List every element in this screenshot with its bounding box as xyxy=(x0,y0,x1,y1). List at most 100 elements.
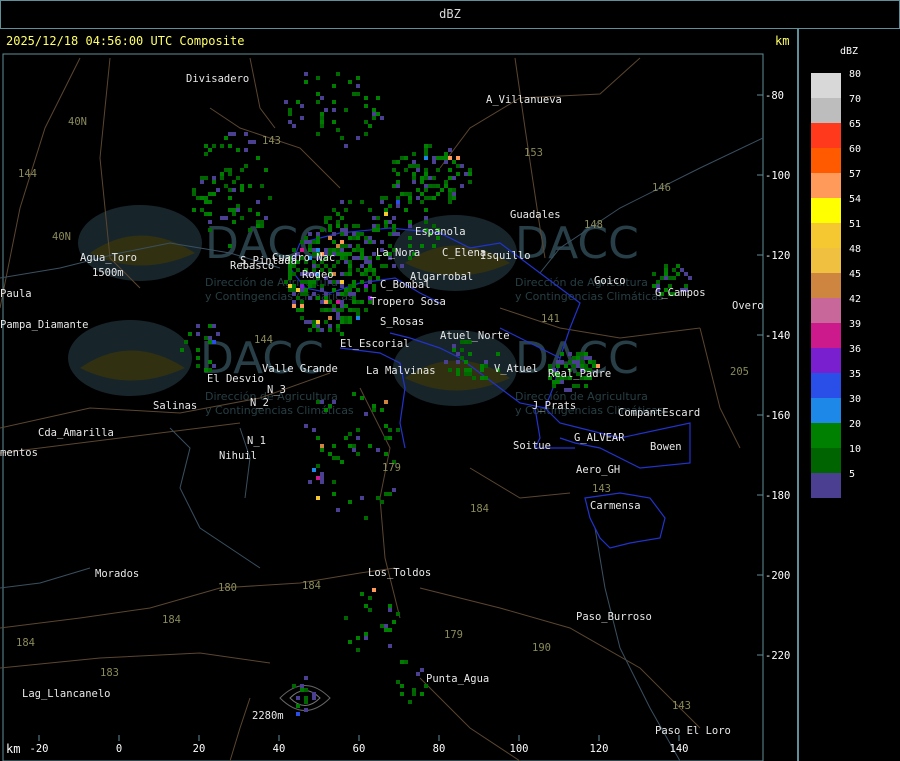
echo-pixel xyxy=(320,472,324,476)
echo-pixel xyxy=(308,244,312,248)
echo-pixel xyxy=(668,276,672,280)
watermark-line2-3: y Contingencias Climáticas xyxy=(515,290,664,303)
echo-pixel xyxy=(292,284,296,288)
echo-pixel xyxy=(464,360,468,364)
echo-pixel xyxy=(376,228,380,232)
echo-pixel xyxy=(292,124,296,128)
echo-pixel xyxy=(388,644,392,648)
echo-pixel xyxy=(352,224,356,228)
echo-pixel xyxy=(344,232,348,236)
echo-pixel xyxy=(404,156,408,160)
echo-pixel xyxy=(340,460,344,464)
echo-pixel xyxy=(424,156,428,160)
route-label: 148 xyxy=(584,219,603,231)
route-label: 143 xyxy=(262,135,281,147)
echo-pixel xyxy=(296,268,300,272)
echo-pixel xyxy=(348,640,352,644)
echo-pixel xyxy=(196,196,200,200)
echo-pixel xyxy=(200,208,204,212)
echo-pixel xyxy=(344,256,348,260)
place-label: Salinas xyxy=(153,400,197,412)
place-label: Atuel_Norte xyxy=(440,330,510,342)
echo-pixel xyxy=(224,216,228,220)
echo-pixel xyxy=(248,140,252,144)
echo-pixel xyxy=(320,228,324,232)
echo-pixel xyxy=(420,668,424,672)
echo-pixel xyxy=(396,160,400,164)
echo-pixel xyxy=(324,300,328,304)
echo-pixel xyxy=(332,480,336,484)
echo-pixel xyxy=(348,264,352,268)
echo-pixel xyxy=(300,104,304,108)
echo-pixel xyxy=(316,320,320,324)
legend-swatch xyxy=(811,298,841,323)
echo-pixel xyxy=(444,152,448,156)
echo-pixel xyxy=(208,368,212,372)
echo-pixel xyxy=(316,324,320,328)
radar-map[interactable]: DACC Dirección de Agricultura y Continge… xyxy=(0,28,797,761)
echo-pixel xyxy=(664,276,668,280)
echo-pixel xyxy=(320,124,324,128)
echo-pixel xyxy=(236,148,240,152)
echo-pixel xyxy=(424,220,428,224)
echo-pixel xyxy=(420,200,424,204)
echo-pixel xyxy=(216,188,220,192)
echo-pixel xyxy=(340,136,344,140)
echo-pixel xyxy=(496,352,500,356)
echo-pixel xyxy=(384,436,388,440)
echo-pixel xyxy=(332,264,336,268)
echo-pixel xyxy=(384,628,388,632)
echo-pixel xyxy=(332,308,336,312)
echo-pixel xyxy=(396,680,400,684)
echo-pixel xyxy=(448,196,452,200)
echo-pixel xyxy=(572,360,576,364)
echo-pixel xyxy=(336,316,340,320)
echo-pixel xyxy=(456,368,460,372)
legend-value: 35 xyxy=(849,369,861,380)
echo-pixel xyxy=(356,428,360,432)
echo-pixel xyxy=(392,160,396,164)
echo-pixel xyxy=(424,172,428,176)
echo-pixel xyxy=(680,268,684,272)
echo-pixel xyxy=(340,240,344,244)
place-label: Bowen xyxy=(650,441,682,453)
echo-pixel xyxy=(484,360,488,364)
radar-map-panel[interactable]: DACC Dirección de Agricultura y Continge… xyxy=(0,28,798,761)
echo-pixel xyxy=(392,264,396,268)
echo-pixel xyxy=(452,348,456,352)
echo-pixel xyxy=(424,168,428,172)
echo-pixel xyxy=(356,452,360,456)
echo-pixel xyxy=(328,324,332,328)
legend-value: 36 xyxy=(849,344,861,355)
legend-swatch xyxy=(811,148,841,173)
echo-pixel xyxy=(324,292,328,296)
echo-pixel xyxy=(228,168,232,172)
echo-pixel xyxy=(360,200,364,204)
echo-pixel xyxy=(340,316,344,320)
echo-pixel xyxy=(432,184,436,188)
echo-pixel xyxy=(392,232,396,236)
place-label: A_Villanueva xyxy=(486,94,562,106)
echo-pixel xyxy=(368,444,372,448)
echo-pixel xyxy=(204,368,208,372)
echo-pixel xyxy=(432,160,436,164)
echo-pixel xyxy=(392,620,396,624)
echo-pixel xyxy=(340,244,344,248)
echo-pixel xyxy=(392,216,396,220)
echo-pixel xyxy=(584,356,588,360)
echo-pixel xyxy=(384,400,388,404)
legend-value: 20 xyxy=(849,419,861,430)
echo-pixel xyxy=(396,196,400,200)
legend-swatch xyxy=(811,248,841,273)
echo-pixel xyxy=(392,224,396,228)
echo-pixel xyxy=(320,284,324,288)
echo-pixel xyxy=(296,696,300,700)
echo-pixel xyxy=(304,292,308,296)
echo-pixel xyxy=(376,224,380,228)
echo-pixel xyxy=(348,292,352,296)
echo-pixel xyxy=(264,168,268,172)
y-tick-label: -140 xyxy=(765,330,790,342)
echo-pixel xyxy=(428,184,432,188)
echo-pixel xyxy=(300,240,304,244)
echo-pixel xyxy=(360,396,364,400)
